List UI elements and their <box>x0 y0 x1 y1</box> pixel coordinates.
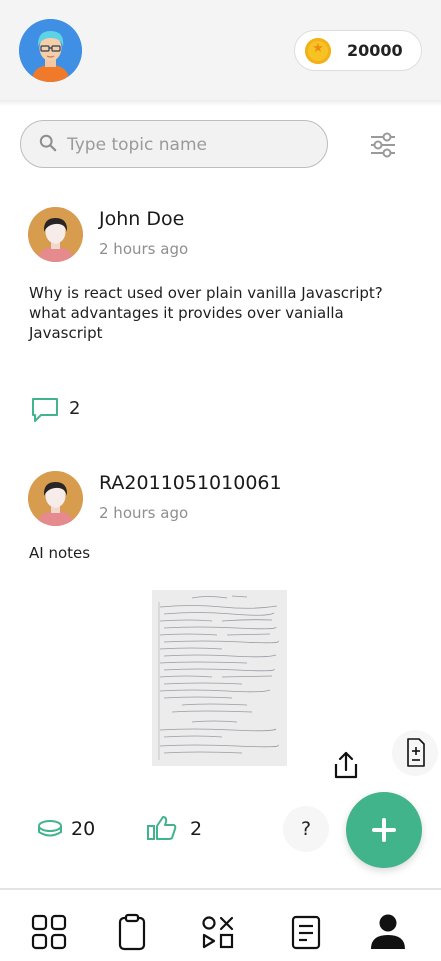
sliders-icon[interactable] <box>368 130 398 160</box>
notes-icon[interactable] <box>286 912 326 952</box>
notes-image[interactable] <box>152 590 287 766</box>
search-input[interactable]: Type topic name <box>67 135 207 155</box>
post-time: 2 hours ago <box>99 240 189 258</box>
post-coins-count: 20 <box>71 818 96 840</box>
person-avatar-icon <box>28 471 83 526</box>
summary-doc-button[interactable] <box>392 730 438 776</box>
author-avatar[interactable] <box>28 471 83 526</box>
share-icon[interactable] <box>329 749 363 783</box>
author-name[interactable]: John Doe <box>99 208 184 230</box>
thumbs-up-icon[interactable] <box>145 814 179 842</box>
post-time: 2 hours ago <box>99 504 189 522</box>
search-bar[interactable]: Type topic name <box>20 120 328 168</box>
document-diff-icon <box>407 738 425 767</box>
grid-icon[interactable] <box>29 912 69 952</box>
author-name[interactable]: RA2011051010061 <box>99 472 282 494</box>
add-post-button[interactable] <box>346 792 422 868</box>
bottom-nav <box>0 890 441 961</box>
clipboard-icon[interactable] <box>112 912 152 952</box>
person-avatar-icon <box>28 207 83 262</box>
author-avatar[interactable] <box>28 207 83 262</box>
like-count: 2 <box>190 818 203 840</box>
coin-balance-value: 20000 <box>347 41 403 60</box>
profile-icon[interactable] <box>368 912 408 952</box>
post-text[interactable]: AI notes <box>29 543 389 563</box>
handwritten-notes-image <box>152 590 287 766</box>
shapes-icon[interactable] <box>198 912 238 952</box>
user-avatar-icon <box>19 19 82 82</box>
profile-avatar[interactable] <box>19 19 82 82</box>
comment-icon[interactable] <box>30 396 60 424</box>
post-text[interactable]: Why is react used over plain vanilla Jav… <box>29 283 389 343</box>
coin-stack-icon[interactable] <box>36 818 64 840</box>
star-coin-icon <box>305 38 331 64</box>
coin-balance[interactable]: 20000 <box>294 30 422 71</box>
search-icon <box>39 134 57 152</box>
help-button[interactable]: ? <box>283 806 329 852</box>
header-shadow <box>0 100 441 106</box>
comment-count: 2 <box>69 398 81 419</box>
